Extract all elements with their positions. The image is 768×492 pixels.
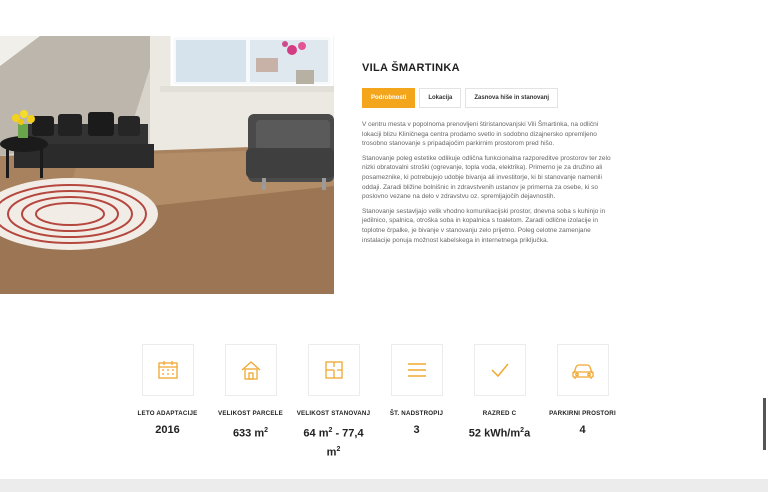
tab-location[interactable]: Lokacija — [419, 88, 462, 108]
description-paragraph: Stanovanje sestavljajo velik vhodno komu… — [362, 207, 606, 244]
stat-value: 2016 — [155, 424, 180, 436]
stat-apartment-size: VELIKOST STANOVANJ 64 m2 - 77,4 m2 — [292, 344, 375, 460]
car-icon — [571, 364, 594, 379]
description-paragraph: Stanovanje poleg estetike odlikuje odlič… — [362, 154, 611, 201]
stat-value: 3 — [413, 424, 420, 436]
tab-details[interactable]: Podrobnosti — [362, 88, 416, 108]
stat-plot-size: VELIKOST PARCELE 633 m2 — [209, 344, 292, 460]
stat-value: 64 m2 - 77,4 m2 — [303, 427, 364, 459]
stat-label: VELIKOST PARCELE — [218, 410, 283, 417]
stat-label: VELIKOST STANOVANJ — [296, 410, 371, 417]
stat-value: 4 — [579, 424, 586, 436]
stat-value: 633 m2 — [232, 427, 269, 440]
property-description: V centru mesta v popolnoma prenovljeni š… — [362, 120, 618, 250]
stat-icon-box — [473, 344, 526, 396]
stat-energy-class: RAZRED C 52 kWh/m2a — [458, 344, 541, 460]
floorplan-icon — [324, 361, 343, 379]
property-stats: LETO ADAPTACIJE 2016 VELIKOST PARCELE 63… — [126, 344, 640, 460]
stat-label: PARKIRNI PROSTORI — [549, 410, 616, 417]
stat-renovation-year: LETO ADAPTACIJE 2016 — [126, 344, 209, 460]
property-photo — [0, 36, 334, 294]
stat-label: LETO ADAPTACIJE — [137, 410, 198, 417]
stat-icon-box — [224, 344, 277, 396]
stat-icon-box — [141, 344, 194, 396]
stat-icon-box — [390, 344, 443, 396]
stat-icon-box — [556, 344, 609, 396]
checkmark-icon — [490, 363, 509, 378]
house-icon — [241, 361, 260, 380]
tab-bar: Podrobnosti Lokacija Zasnova hiše in sta… — [362, 88, 559, 108]
stat-label: ŠT. NADSTROPIJ — [389, 410, 444, 417]
scrollbar-thumb[interactable] — [763, 398, 766, 450]
description-paragraph: V centru mesta v popolnoma prenovljeni š… — [362, 121, 599, 148]
property-title: VILA ŠMARTINKA — [362, 62, 460, 74]
stat-icon-box — [307, 344, 360, 396]
stat-parking: PARKIRNI PROSTORI 4 — [541, 344, 624, 460]
stat-floors: ŠT. NADSTROPIJ 3 — [375, 344, 458, 460]
stat-label: RAZRED C — [482, 410, 517, 417]
stat-value: 52 kWh/m2a — [468, 427, 531, 440]
footer-band — [0, 479, 768, 492]
floors-icon — [407, 363, 426, 377]
tab-layout[interactable]: Zasnova hiše in stanovanj — [465, 88, 559, 108]
calendar-icon — [157, 361, 178, 379]
